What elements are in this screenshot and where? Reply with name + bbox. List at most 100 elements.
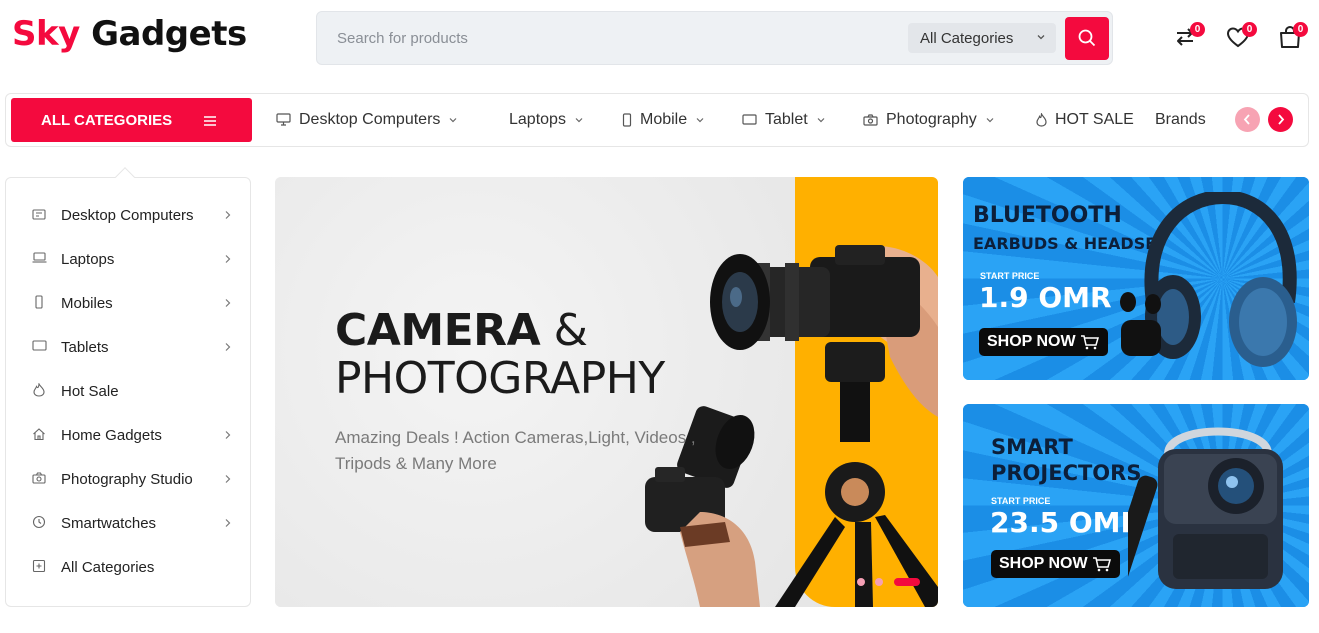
nav-item-label: Brands xyxy=(1155,111,1206,128)
nav-item-mobile[interactable]: Mobile xyxy=(622,111,705,129)
hero-title-bold: CAMERA xyxy=(335,305,541,356)
camera-icon xyxy=(863,114,878,126)
nav-item-desktop-computers[interactable]: Desktop Computers xyxy=(276,111,458,129)
chevron-right-icon xyxy=(225,299,231,307)
category-select[interactable]: All Categories xyxy=(908,23,1056,53)
search-icon xyxy=(1078,29,1096,47)
sidebar-item-label: Mobiles xyxy=(61,295,113,312)
chevron-down-icon xyxy=(575,117,583,123)
nav-item-brands[interactable]: Brands xyxy=(1155,111,1206,129)
hero-slider[interactable]: CAMERA & PHOTOGRAPHY Amazing Deals ! Acti… xyxy=(275,177,938,607)
hero-title-amp: & xyxy=(540,305,588,356)
sidebar-notch xyxy=(115,167,135,187)
chevron-down-icon xyxy=(986,117,994,123)
mobile-icon xyxy=(35,295,43,309)
all-categories-label: ALL CATEGORIES xyxy=(41,112,173,129)
nav-item-photography[interactable]: Photography xyxy=(863,111,995,129)
nav-item-hot-sale[interactable]: HOT SALE xyxy=(1036,111,1134,129)
chevron-right-icon xyxy=(225,519,231,527)
clock-icon xyxy=(32,515,46,529)
shop-now-button[interactable]: SHOP NOW xyxy=(979,328,1109,356)
sidebar-item-home-gadgets[interactable]: Home Gadgets xyxy=(32,424,232,448)
search-bar: All Categories xyxy=(316,11,1113,65)
flame-icon xyxy=(1036,112,1047,127)
sidebar-item-label: Laptops xyxy=(61,251,115,268)
nav-item-label: Desktop Computers xyxy=(299,111,441,128)
nav-scroll-next-button[interactable] xyxy=(1268,107,1293,132)
chevron-down-icon xyxy=(817,117,825,123)
nav-scroll-prev-button[interactable] xyxy=(1235,107,1260,132)
category-sidebar: Desktop Computers Laptops Mobiles Tablet… xyxy=(5,167,251,607)
sidebar-item-photography-studio[interactable]: Photography Studio xyxy=(32,468,232,492)
sidebar-item-label: Smartwatches xyxy=(61,515,157,532)
menu-icon xyxy=(204,116,216,126)
shop-now-label: SHOP NOW xyxy=(999,555,1088,572)
logo-text-gadgets: Gadgets xyxy=(91,14,247,54)
flame-icon xyxy=(33,383,45,397)
promo-price: 23.5 OMR xyxy=(990,506,1143,539)
projector-image xyxy=(1128,427,1283,589)
sidebar-item-laptops[interactable]: Laptops xyxy=(32,248,232,272)
slider-dot[interactable] xyxy=(875,577,884,586)
chevron-right-icon xyxy=(225,255,231,263)
site-logo[interactable]: Sky Gadgets xyxy=(12,14,247,54)
sidebar-item-label: All Categories xyxy=(61,559,155,576)
slider-dots xyxy=(857,573,926,591)
promo-start-price-label: START PRICE xyxy=(991,496,1051,506)
nav-item-label: Photography xyxy=(886,111,977,128)
main-navigation: ALL CATEGORIES Desktop Computers Laptops… xyxy=(5,93,1309,147)
tablet-icon xyxy=(742,114,757,125)
promo-title-line1: BLUETOOTH xyxy=(973,203,1122,228)
chevron-right-icon xyxy=(225,343,231,351)
monitor-icon xyxy=(276,113,291,126)
wishlist-count-badge: 0 xyxy=(1242,22,1257,37)
slider-dot[interactable] xyxy=(857,577,865,586)
camera-icon xyxy=(32,472,46,484)
sidebar-item-hot-sale[interactable]: Hot Sale xyxy=(32,380,232,404)
cart-button[interactable]: 0 xyxy=(1277,22,1308,54)
nav-item-laptops[interactable]: Laptops xyxy=(509,111,584,129)
headphones-image xyxy=(1120,192,1297,367)
search-button[interactable] xyxy=(1065,17,1109,60)
desktop-icon xyxy=(32,209,46,220)
all-categories-button[interactable]: ALL CATEGORIES xyxy=(11,98,252,142)
compare-count-badge: 0 xyxy=(1190,22,1205,37)
shop-now-label: SHOP NOW xyxy=(987,333,1076,350)
chevron-right-icon xyxy=(225,475,231,483)
search-input[interactable] xyxy=(337,26,897,50)
wishlist-button[interactable]: 0 xyxy=(1225,22,1257,54)
slider-dot-active[interactable] xyxy=(893,577,920,586)
sidebar-item-label: Tablets xyxy=(61,339,109,356)
cart-icon xyxy=(1081,335,1100,350)
logo-text-sky: Sky xyxy=(12,14,80,54)
nav-item-label: Mobile xyxy=(640,111,688,128)
nav-item-label: HOT SALE xyxy=(1055,111,1134,128)
sidebar-item-label: Desktop Computers xyxy=(61,207,194,224)
mobile-icon xyxy=(622,113,632,127)
promo-banner-projectors[interactable]: SMART PROJECTORS START PRICE 23.5 OMR SH… xyxy=(963,404,1309,607)
hero-title-line2: PHOTOGRAPHY xyxy=(335,353,665,404)
chevron-down-icon xyxy=(449,117,457,123)
sidebar-item-all-categories[interactable]: All Categories xyxy=(32,556,232,580)
promo-title-line2: PROJECTORS xyxy=(991,461,1142,485)
sidebar-item-desktop-computers[interactable]: Desktop Computers xyxy=(32,204,232,228)
chevron-left-icon xyxy=(1243,114,1250,125)
chevron-right-icon xyxy=(1278,114,1285,125)
nav-item-label: Tablet xyxy=(765,111,808,128)
category-select-value: All Categories xyxy=(920,30,1014,47)
hero-subtitle: Amazing Deals ! Action Cameras,Light, Vi… xyxy=(335,428,696,473)
promo-title-line1: SMART xyxy=(991,435,1073,459)
chevron-right-icon xyxy=(225,211,231,219)
shop-now-button[interactable]: SHOP NOW xyxy=(991,550,1121,578)
promo-price: 1.9 OMR xyxy=(979,281,1112,314)
nav-item-tablet[interactable]: Tablet xyxy=(742,111,826,129)
chevron-right-icon xyxy=(225,431,231,439)
chevron-down-icon xyxy=(696,117,704,123)
compare-button[interactable]: 0 xyxy=(1172,22,1205,54)
promo-banner-earbuds[interactable]: BLUETOOTH EARBUDS & HEADSET START PRICE … xyxy=(963,177,1309,380)
sidebar-item-smartwatches[interactable]: Smartwatches xyxy=(32,512,232,536)
sidebar-item-tablets[interactable]: Tablets xyxy=(32,336,232,360)
sidebar-item-mobiles[interactable]: Mobiles xyxy=(32,292,232,316)
sidebar-item-label: Hot Sale xyxy=(61,383,119,400)
sidebar-item-label: Photography Studio xyxy=(61,471,193,488)
